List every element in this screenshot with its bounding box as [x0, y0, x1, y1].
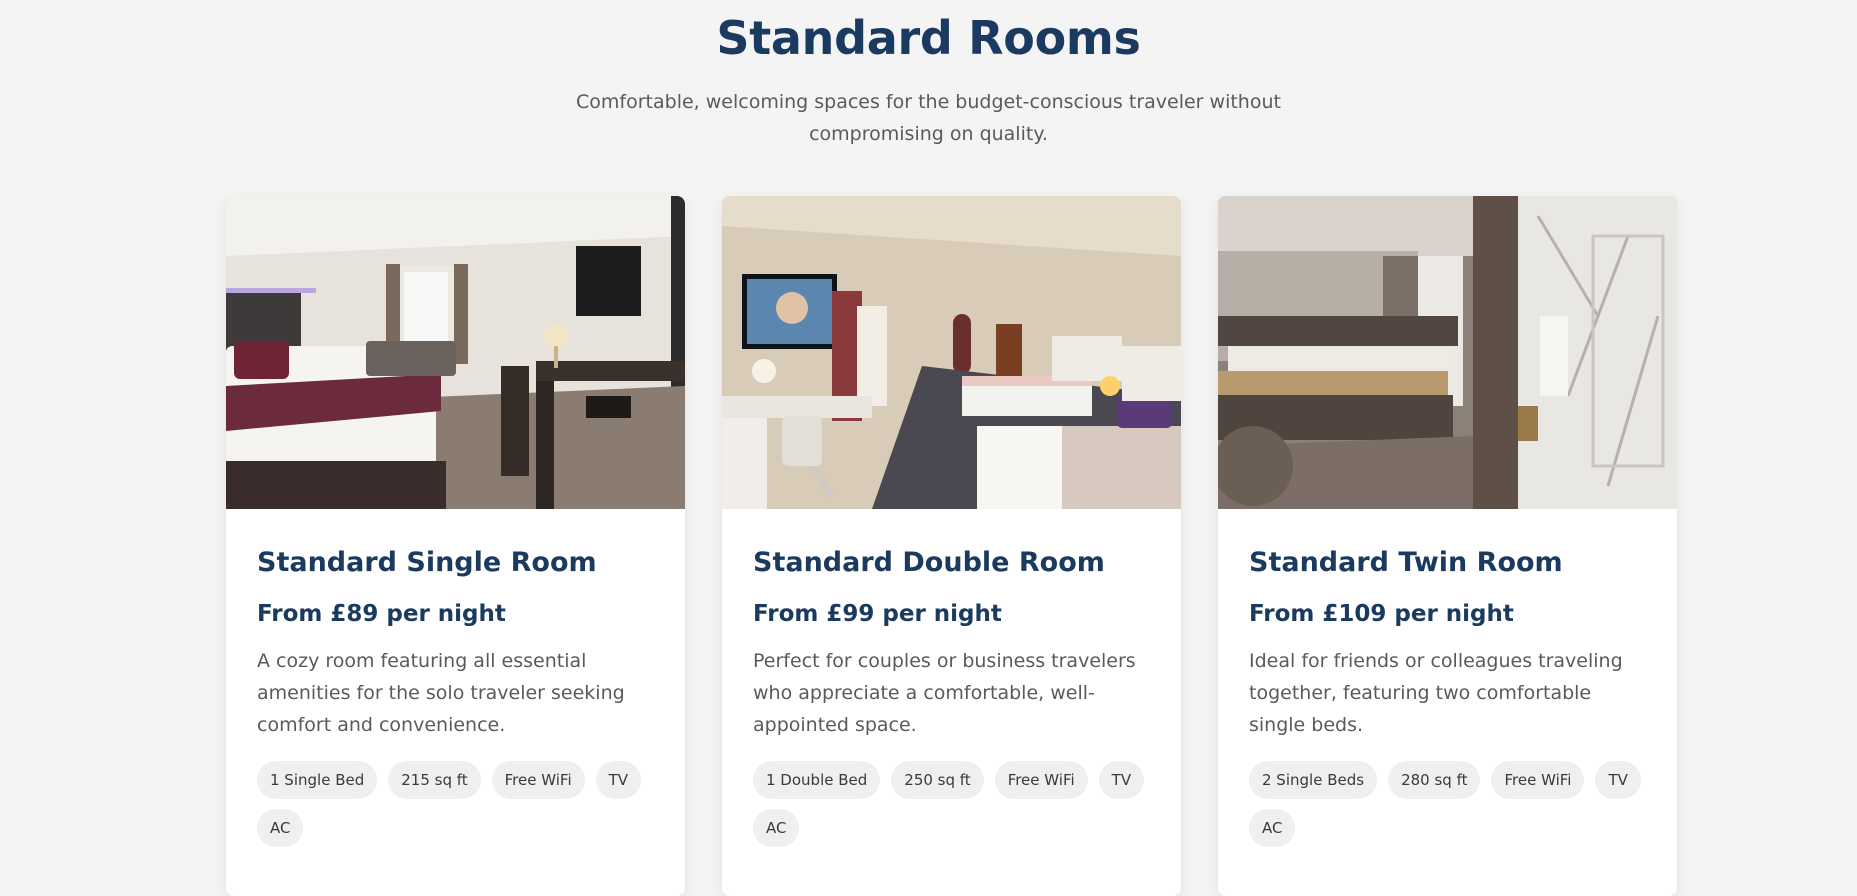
room-card-double[interactable]: Standard Double Room From £99 per night … — [722, 196, 1181, 896]
amenity-tag: TV — [1595, 761, 1641, 799]
amenity-tag: 215 sq ft — [388, 761, 481, 799]
room-description: Ideal for friends or colleagues travelin… — [1249, 650, 1623, 736]
room-cards: Standard Single Room From £89 per night … — [226, 196, 1677, 896]
amenity-tag: 1 Double Bed — [753, 761, 881, 799]
room-card-body: Standard Double Room From £99 per night … — [722, 545, 1181, 847]
page-title: Standard Rooms — [716, 11, 1141, 65]
room-name: Standard Double Room — [753, 547, 1105, 578]
amenity-tag: AC — [257, 809, 304, 847]
amenity-tag: AC — [753, 809, 800, 847]
page-subtitle: Comfortable, welcoming spaces for the bu… — [576, 91, 1281, 145]
amenity-tag: TV — [595, 761, 642, 799]
amenity-tag: 2 Single Beds — [1249, 761, 1378, 799]
double-room-photo — [722, 196, 1181, 509]
amenity-tag: Free WiFi — [1491, 761, 1585, 799]
amenity-tags: 1 Double Bed 250 sq ft Free WiFi TV AC — [753, 761, 1150, 847]
room-card-body: Standard Twin Room From £109 per night I… — [1218, 545, 1677, 847]
amenity-tag: 250 sq ft — [891, 761, 984, 799]
single-room-photo — [226, 196, 685, 509]
room-card-single[interactable]: Standard Single Room From £89 per night … — [226, 196, 685, 896]
twin-room-photo — [1218, 196, 1677, 509]
amenity-tag: AC — [1249, 809, 1296, 847]
amenity-tag: TV — [1098, 761, 1145, 799]
room-description: A cozy room featuring all essential amen… — [257, 650, 625, 736]
amenity-tags: 1 Single Bed 215 sq ft Free WiFi TV AC — [257, 761, 654, 847]
amenity-tag: Free WiFi — [491, 761, 585, 799]
room-price: From £99 per night — [753, 601, 1002, 627]
amenity-tag: 1 Single Bed — [257, 761, 378, 799]
amenity-tag: 280 sq ft — [1388, 761, 1481, 799]
section-header: Standard Rooms Comfortable, welcoming sp… — [0, 0, 1857, 150]
room-price: From £89 per night — [257, 601, 506, 627]
room-name: Standard Twin Room — [1249, 547, 1563, 578]
amenity-tags: 2 Single Beds 280 sq ft Free WiFi TV AC — [1249, 761, 1646, 847]
room-price: From £109 per night — [1249, 601, 1514, 627]
room-description: Perfect for couples or business traveler… — [753, 650, 1136, 736]
room-card-twin[interactable]: Standard Twin Room From £109 per night I… — [1218, 196, 1677, 896]
room-card-body: Standard Single Room From £89 per night … — [226, 545, 685, 847]
room-name: Standard Single Room — [257, 547, 597, 578]
amenity-tag: Free WiFi — [994, 761, 1088, 799]
